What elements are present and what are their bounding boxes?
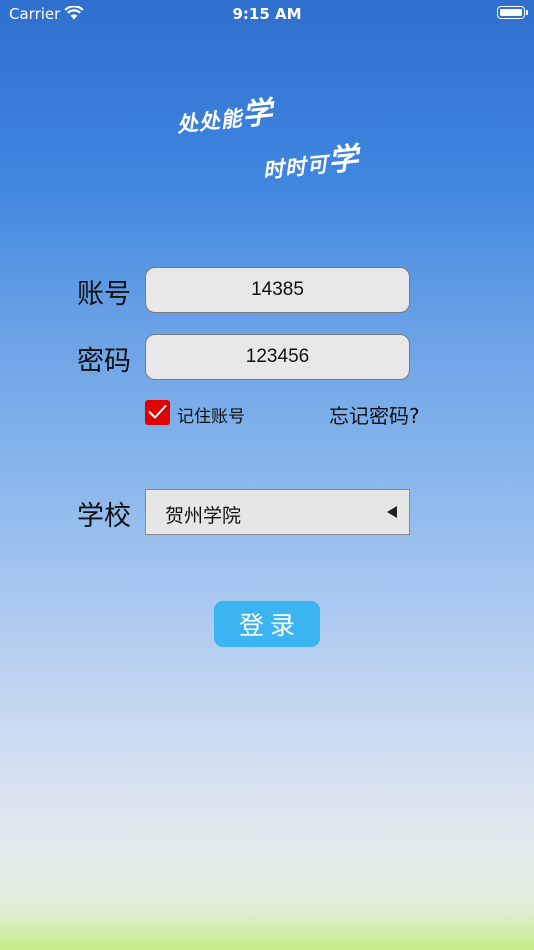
school-label: 学校	[77, 501, 131, 532]
remember-account-label[interactable]: 记住账号	[177, 402, 245, 427]
slogan-line-2-text: 时时可	[261, 151, 330, 183]
battery-nub	[526, 10, 528, 15]
account-input[interactable]	[145, 267, 410, 313]
school-select-value: 贺州学院	[165, 505, 242, 527]
slogan-line-2: 时时可学	[260, 133, 361, 187]
status-bar: Carrier 9:15 AM	[0, 0, 534, 28]
slogan-line-1: 处处能学	[174, 87, 275, 141]
checkmark-icon	[148, 405, 167, 419]
caret-left-icon	[387, 506, 397, 518]
battery-icon	[497, 6, 525, 19]
slogan-line-2-emphasis: 学	[326, 141, 361, 180]
slogan-line-1-emphasis: 学	[240, 95, 275, 134]
login-button[interactable]: 登录	[214, 601, 320, 647]
remember-checkbox[interactable]	[145, 400, 170, 425]
forgot-password-link[interactable]: 忘记密码?	[329, 400, 420, 429]
slogan-line-1-text: 处处能	[175, 105, 244, 137]
school-select[interactable]: 贺州学院	[145, 489, 410, 535]
password-input[interactable]	[145, 334, 410, 380]
account-label: 账号	[77, 279, 131, 310]
status-time: 9:15 AM	[232, 5, 302, 23]
password-label: 密码	[77, 346, 131, 377]
